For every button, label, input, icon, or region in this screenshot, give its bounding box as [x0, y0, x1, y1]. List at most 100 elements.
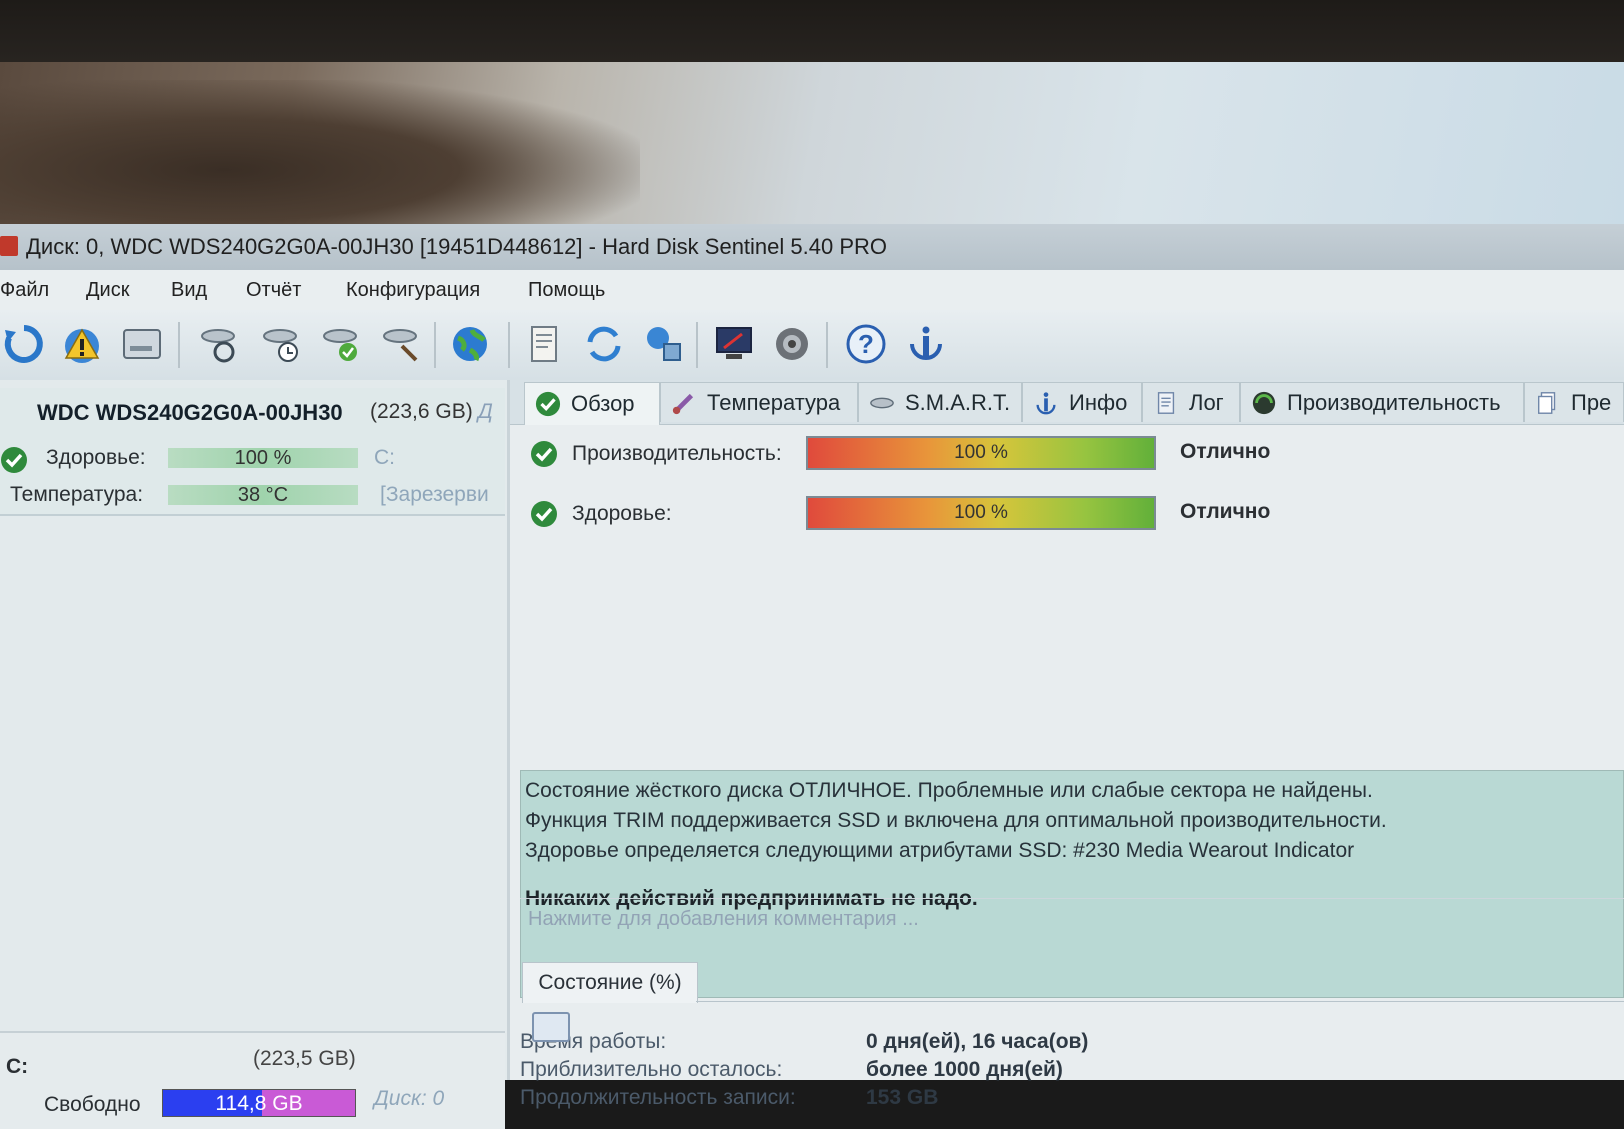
- window-title-app: - Hard Disk Sentinel 5.40 PRO: [588, 234, 887, 259]
- tab-overview-label: Обзор: [571, 391, 635, 416]
- health-label: Здоровье:: [46, 446, 146, 469]
- health-bar: 100 %: [806, 496, 1156, 530]
- volume-disk-ref: Диск: 0: [374, 1087, 445, 1110]
- toolbar-separator: [434, 322, 436, 368]
- report-icon[interactable]: [520, 320, 568, 368]
- save-icon[interactable]: [532, 1012, 570, 1042]
- tab-temperature-label: Температура: [707, 389, 841, 415]
- toolbar-separator: [826, 322, 828, 368]
- copy-icon: [1538, 391, 1556, 414]
- info-icon: [1036, 391, 1056, 414]
- menu-view[interactable]: Вид: [171, 279, 207, 302]
- disk-check-icon[interactable]: [318, 320, 366, 368]
- smart-icon: [870, 397, 894, 408]
- disk-size: (223,6 GB): [370, 400, 473, 423]
- disk-list-panel: WDC WDS240G2G0A-00JH30 (223,6 GB) Д Здор…: [0, 380, 510, 1129]
- app-icon: [0, 236, 18, 256]
- tab-performance-label: Производительность: [1287, 389, 1501, 415]
- health-row: Здоровье:: [530, 500, 672, 528]
- disk-refresh-icon[interactable]: [196, 320, 244, 368]
- volume-letter: C:: [6, 1055, 29, 1078]
- volume-size: (223,5 GB): [253, 1047, 356, 1070]
- info-icon[interactable]: [902, 320, 950, 368]
- performance-label: Производительность:: [572, 442, 782, 465]
- tab-underline: [696, 1001, 1624, 1002]
- free-space-value: 114,8 GB: [215, 1092, 303, 1115]
- disk-extra: Д: [478, 400, 493, 423]
- disk-card[interactable]: WDC WDS240G2G0A-00JH30 (223,6 GB) Д Здор…: [0, 388, 505, 516]
- health-check-icon: [531, 501, 557, 527]
- disk-tool-icon[interactable]: [378, 320, 426, 368]
- log-icon: [1157, 391, 1175, 414]
- volume-card[interactable]: C: (223,5 GB) Свободно 114,8 GB Диск: 0: [0, 1031, 505, 1129]
- performance-bar: 100 %: [806, 436, 1156, 470]
- refresh-icon[interactable]: [0, 320, 48, 368]
- performance-state: Отлично: [1180, 440, 1271, 463]
- tab-more[interactable]: Пре: [1524, 382, 1624, 422]
- window-title-disk: Диск: 0, WDC WDS240G2G0A-00JH30 [19451D4…: [26, 234, 583, 259]
- toolbar-separator: [696, 322, 698, 368]
- check-icon: [535, 391, 561, 417]
- globe-icon[interactable]: [446, 320, 494, 368]
- disk-icon[interactable]: [118, 320, 166, 368]
- menu-configuration[interactable]: Конфигурация: [346, 279, 480, 302]
- tab-smart-label: S.M.A.R.T.: [905, 389, 1011, 415]
- free-label: Свободно: [44, 1093, 141, 1116]
- written-value: 153 GB: [866, 1086, 939, 1109]
- health-label: Здоровье:: [572, 502, 672, 525]
- tab-temperature[interactable]: Температура: [660, 382, 858, 422]
- disk-time-icon[interactable]: [258, 320, 306, 368]
- app-window: Диск: 0, WDC WDS240G2G0A-00JH30 [19451D4…: [0, 224, 1624, 1129]
- status-line: Функция TRIM поддерживается SSD и включе…: [525, 809, 1387, 832]
- reserved-note: [Зарезерви: [380, 483, 489, 506]
- menu-file[interactable]: Файл: [0, 279, 49, 302]
- tab-log-label: Лог: [1189, 389, 1224, 415]
- help-icon[interactable]: ?: [842, 320, 890, 368]
- health-state: Отлично: [1180, 500, 1271, 523]
- tab-smart[interactable]: S.M.A.R.T.: [858, 382, 1022, 422]
- menu-disk[interactable]: Диск: [86, 279, 129, 302]
- tab-overview[interactable]: Обзор: [524, 382, 660, 425]
- alert-icon[interactable]: [58, 320, 106, 368]
- sync-icon[interactable]: [580, 320, 628, 368]
- status-line: Состояние жёсткого диска ОТЛИЧНОЕ. Пробл…: [525, 779, 1373, 802]
- performance-row: Производительность:: [530, 440, 782, 468]
- window-title: Диск: 0, WDC WDS240G2G0A-00JH30 [19451D4…: [26, 234, 887, 260]
- performance-check-icon: [531, 441, 557, 467]
- sound-icon[interactable]: [768, 320, 816, 368]
- tab-state-percent-label: Состояние (%): [538, 971, 682, 994]
- tab-state-percent[interactable]: Состояние (%): [522, 962, 698, 1003]
- performance-icon: [1252, 391, 1276, 414]
- comment-field[interactable]: Нажмите для добавления комментария ...: [528, 908, 919, 931]
- network-icon[interactable]: [640, 320, 688, 368]
- wallpaper-rock: [0, 80, 640, 230]
- menu-report[interactable]: Отчёт: [246, 279, 301, 302]
- toolbar: ?: [0, 310, 1624, 381]
- thermometer-icon: [672, 393, 694, 414]
- tab-info[interactable]: Инфо: [1022, 382, 1142, 422]
- tab-bar: Обзор Температура S.M.A.R.T. Инфо Лог Пр…: [510, 380, 1624, 425]
- disk-name: WDC WDS240G2G0A-00JH30: [37, 400, 343, 425]
- health-drive: C:: [374, 446, 395, 469]
- menu-bar: Файл Диск Вид Отчёт Конфигурация Помощь: [0, 270, 1624, 311]
- written-label: Продолжительность записи:: [520, 1086, 796, 1109]
- tab-more-label: Пре: [1571, 389, 1612, 415]
- tab-performance[interactable]: Производительность: [1240, 382, 1524, 422]
- remaining-value: более 1000 дня(ей): [866, 1058, 1063, 1081]
- uptime-value: 0 дня(ей), 16 часа(ов): [866, 1030, 1089, 1053]
- health-bar: 100 %: [168, 448, 358, 468]
- status-line: Здоровье определяется следующими атрибут…: [525, 839, 1355, 862]
- temperature-label: Температура:: [10, 483, 144, 506]
- health-check-icon: [1, 447, 27, 473]
- toolbar-separator: [508, 322, 510, 368]
- remaining-label: Приблизительно осталось:: [520, 1058, 783, 1081]
- comment-divider: [520, 898, 1624, 899]
- monitor-icon[interactable]: [710, 320, 758, 368]
- menu-help[interactable]: Помощь: [528, 279, 605, 302]
- toolbar-separator: [178, 322, 180, 368]
- free-space-bar: 114,8 GB: [162, 1089, 356, 1117]
- tab-log[interactable]: Лог: [1142, 382, 1240, 422]
- temperature-bar: 38 °C: [168, 485, 358, 505]
- svg-text:?: ?: [858, 329, 874, 359]
- title-bar: Диск: 0, WDC WDS240G2G0A-00JH30 [19451D4…: [0, 224, 1624, 270]
